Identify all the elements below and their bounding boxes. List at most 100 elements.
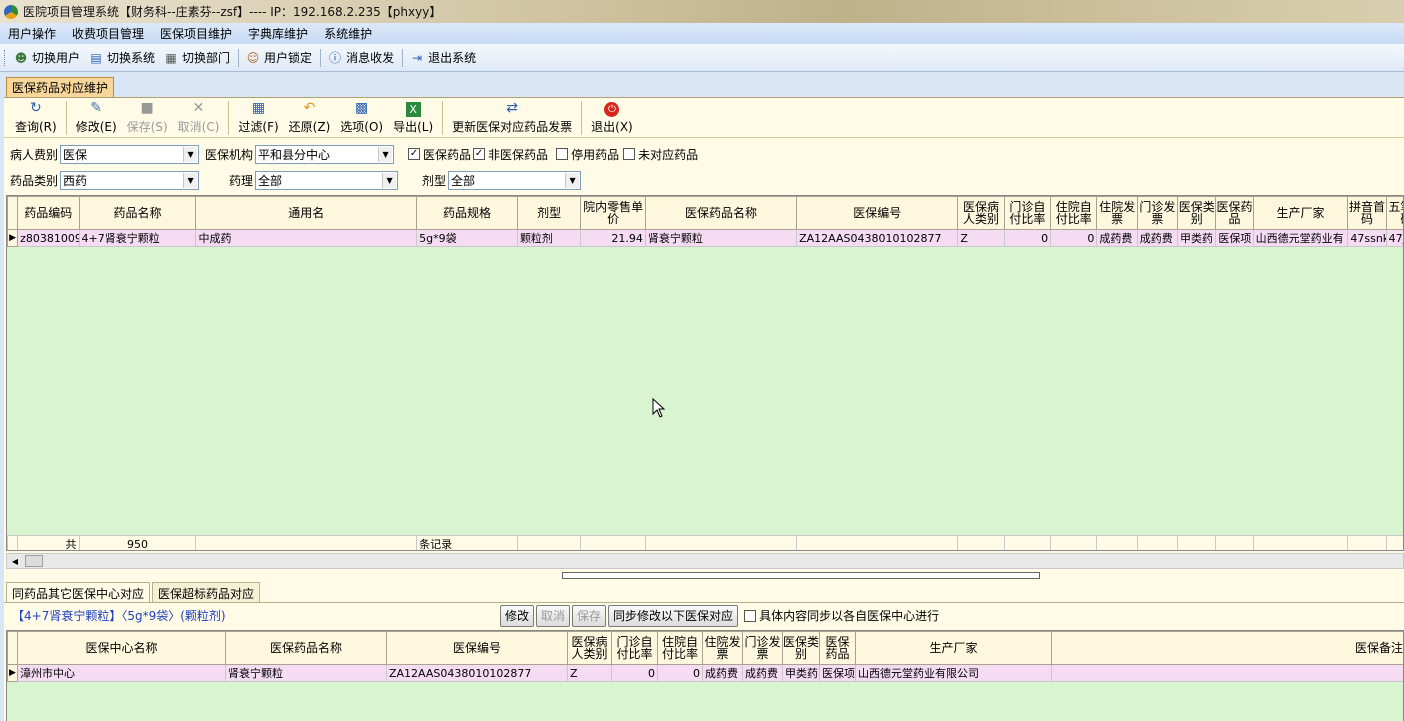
cell-pinyin-code[interactable]: 47ssnk <box>1347 229 1387 247</box>
cancel-button[interactable]: ✕ 取消(C) <box>173 99 225 137</box>
patient-type-select[interactable]: 医保 ▼ <box>60 144 200 164</box>
exit-system-button[interactable]: ⇥ 退出系统 <box>409 49 476 66</box>
disabled-drugs-checkbox[interactable] <box>556 148 569 160</box>
header-wubi-code[interactable]: 五笔首码 <box>1385 196 1403 230</box>
cell-inpatient-invoice[interactable]: 成药费 <box>702 664 743 682</box>
switch-dept-button[interactable]: ▦ 切换部门 <box>163 49 230 66</box>
cell-insurance-code[interactable]: ZA12AAS0438010102877 <box>796 229 959 247</box>
cell-spec[interactable]: 5g*9袋 <box>416 229 518 247</box>
cell-patient-category[interactable]: Z <box>567 664 612 682</box>
panel-splitter[interactable] <box>562 572 1040 579</box>
header-insured-drug[interactable]: 医保药品 <box>1215 196 1254 230</box>
cell-insured-drug[interactable]: 医保项 <box>819 664 856 682</box>
cell-drug-name[interactable]: 4+7肾衰宁颗粒 <box>78 229 197 247</box>
switch-user-button[interactable]: ☻ 切换用户 <box>13 49 80 66</box>
header-outpatient-invoice[interactable]: 门诊发票 <box>1136 196 1179 230</box>
switch-system-button[interactable]: ▤ 切换系统 <box>88 49 155 66</box>
cell-retail-price[interactable]: 21.94 <box>580 229 646 247</box>
table-row[interactable]: ▶ z80381009 4+7肾衰宁颗粒 中成药 5g*9袋 颗粒剂 21.94… <box>7 229 1403 247</box>
header-inpatient-invoice[interactable]: 住院发票 <box>702 631 743 665</box>
header-insurance-class[interactable]: 医保类别 <box>1177 196 1217 230</box>
drug-mapping-grid[interactable]: 药品编码 药品名称 通用名 药品规格 剂型 院内零售单价 医保药品名称 医保编号… <box>6 195 1404 551</box>
header-insurance-note[interactable]: 医保备注 <box>1051 631 1403 665</box>
insurer-select[interactable]: 平和县分中心 ▼ <box>255 144 395 164</box>
sub-modify-button[interactable]: 修改 <box>500 604 535 627</box>
header-inpatient-ratio[interactable]: 住院自付比率 <box>1050 196 1098 230</box>
filter-button[interactable]: ▦ 过滤(F) <box>233 99 283 137</box>
unmatched-drugs-checkbox[interactable] <box>623 148 636 160</box>
cell-inpatient-ratio[interactable]: 0 <box>1050 229 1098 247</box>
header-inpatient-invoice[interactable]: 住院发票 <box>1096 196 1138 230</box>
header-generic-name[interactable]: 通用名 <box>195 196 418 230</box>
cell-outpatient-ratio[interactable]: 0 <box>1003 229 1052 247</box>
chevron-down-icon[interactable]: ▼ <box>183 172 198 188</box>
export-button[interactable]: X 导出(L) <box>388 102 438 137</box>
header-drug-code[interactable]: 药品编码 <box>17 196 80 230</box>
scroll-thumb[interactable] <box>25 555 43 567</box>
header-insurance-class[interactable]: 医保类别 <box>782 631 820 665</box>
dosage-form-select[interactable]: 全部 ▼ <box>448 170 582 190</box>
cell-insured-drug[interactable]: 医保项 <box>1215 229 1254 247</box>
doc-tab-drug-mapping[interactable]: 医保药品对应维护 <box>6 77 115 97</box>
tab-over-limit-drugs[interactable]: 医保超标药品对应 <box>152 582 261 602</box>
cell-insurance-class[interactable]: 甲类药 <box>782 664 820 682</box>
table-row[interactable]: ▶ 漳州市中心 肾衰宁颗粒 ZA12AAS0438010102877 Z 0 0… <box>7 664 1403 682</box>
cell-center-name[interactable]: 漳州市中心 <box>17 664 226 682</box>
header-spec[interactable]: 药品规格 <box>416 196 518 230</box>
sync-by-center-checkbox[interactable] <box>744 609 757 622</box>
header-center-name[interactable]: 医保中心名称 <box>17 631 226 665</box>
cell-inpatient-invoice[interactable]: 成药费 <box>1096 229 1138 247</box>
menu-user-ops[interactable]: 用户操作 <box>0 25 64 42</box>
other-centers-grid[interactable]: 医保中心名称 医保药品名称 医保编号 医保病人类别 门诊自付比率 住院自付比率 … <box>6 630 1404 721</box>
header-retail-price[interactable]: 院内零售单价 <box>580 196 646 230</box>
cell-form[interactable]: 颗粒剂 <box>516 229 582 247</box>
menu-dictionary[interactable]: 字典库维护 <box>240 25 316 42</box>
header-patient-category[interactable]: 医保病人类别 <box>957 196 1005 230</box>
header-patient-category[interactable]: 医保病人类别 <box>567 631 612 665</box>
lock-user-button[interactable]: ☺ 用户锁定 <box>245 49 312 66</box>
toolbar-grip[interactable] <box>4 49 7 66</box>
cell-wubi-code[interactable]: 47jyp <box>1385 229 1403 247</box>
header-insurance-code[interactable]: 医保编号 <box>796 196 959 230</box>
cell-inpatient-ratio[interactable]: 0 <box>657 664 703 682</box>
header-insured-drug-name[interactable]: 医保药品名称 <box>225 631 387 665</box>
header-outpatient-ratio[interactable]: 门诊自付比率 <box>611 631 658 665</box>
header-outpatient-ratio[interactable]: 门诊自付比率 <box>1003 196 1052 230</box>
save-button[interactable]: ■ 保存(S) <box>122 99 173 137</box>
update-invoice-button[interactable]: ⇄ 更新医保对应药品发票 <box>447 99 577 137</box>
chevron-down-icon[interactable]: ▼ <box>183 146 198 162</box>
chevron-down-icon[interactable]: ▼ <box>565 172 580 188</box>
header-drug-name[interactable]: 药品名称 <box>78 196 197 230</box>
menu-system[interactable]: 系统维护 <box>316 25 380 42</box>
header-insured-drug-name[interactable]: 医保药品名称 <box>644 196 798 230</box>
cell-outpatient-invoice[interactable]: 成药费 <box>742 664 783 682</box>
header-pinyin-code[interactable]: 拼音首码 <box>1347 196 1387 230</box>
sub-save-button[interactable]: 保存 <box>572 604 607 627</box>
pharmacology-select[interactable]: 全部 ▼ <box>255 170 399 190</box>
menu-fee-items[interactable]: 收费项目管理 <box>64 25 152 42</box>
header-manufacturer[interactable]: 生产厂家 <box>855 631 1052 665</box>
cell-insured-drug-name[interactable]: 肾衰宁颗粒 <box>644 229 798 247</box>
non-insured-drugs-checkbox[interactable]: ✓ <box>473 148 486 160</box>
options-button[interactable]: ▩ 选项(O) <box>335 99 388 137</box>
header-form[interactable]: 剂型 <box>516 196 582 230</box>
cell-insured-drug-name[interactable]: 肾衰宁颗粒 <box>225 664 387 682</box>
cell-outpatient-invoice[interactable]: 成药费 <box>1136 229 1179 247</box>
sub-cancel-button[interactable]: 取消 <box>536 604 571 627</box>
cell-insurance-note[interactable] <box>1051 664 1403 682</box>
header-insurance-code[interactable]: 医保编号 <box>386 631 568 665</box>
cell-drug-code[interactable]: z80381009 <box>17 229 80 247</box>
insured-drugs-checkbox[interactable]: ✓ <box>408 148 421 160</box>
header-manufacturer[interactable]: 生产厂家 <box>1252 196 1349 230</box>
chevron-down-icon[interactable]: ▼ <box>378 146 393 162</box>
cell-patient-category[interactable]: Z <box>957 229 1005 247</box>
horizontal-scrollbar[interactable]: ◀ <box>6 553 1404 569</box>
cell-generic-name[interactable]: 中成药 <box>195 229 418 247</box>
header-outpatient-invoice[interactable]: 门诊发票 <box>742 631 783 665</box>
cell-manufacturer[interactable]: 山西德元堂药业有限公司 <box>855 664 1052 682</box>
header-inpatient-ratio[interactable]: 住院自付比率 <box>657 631 703 665</box>
sync-modify-button[interactable]: 同步修改以下医保对应 <box>608 604 739 627</box>
scroll-left-icon[interactable]: ◀ <box>7 554 23 568</box>
messages-button[interactable]: ⓘ 消息收发 <box>327 49 394 66</box>
restore-button[interactable]: ↶ 还原(Z) <box>284 99 336 137</box>
